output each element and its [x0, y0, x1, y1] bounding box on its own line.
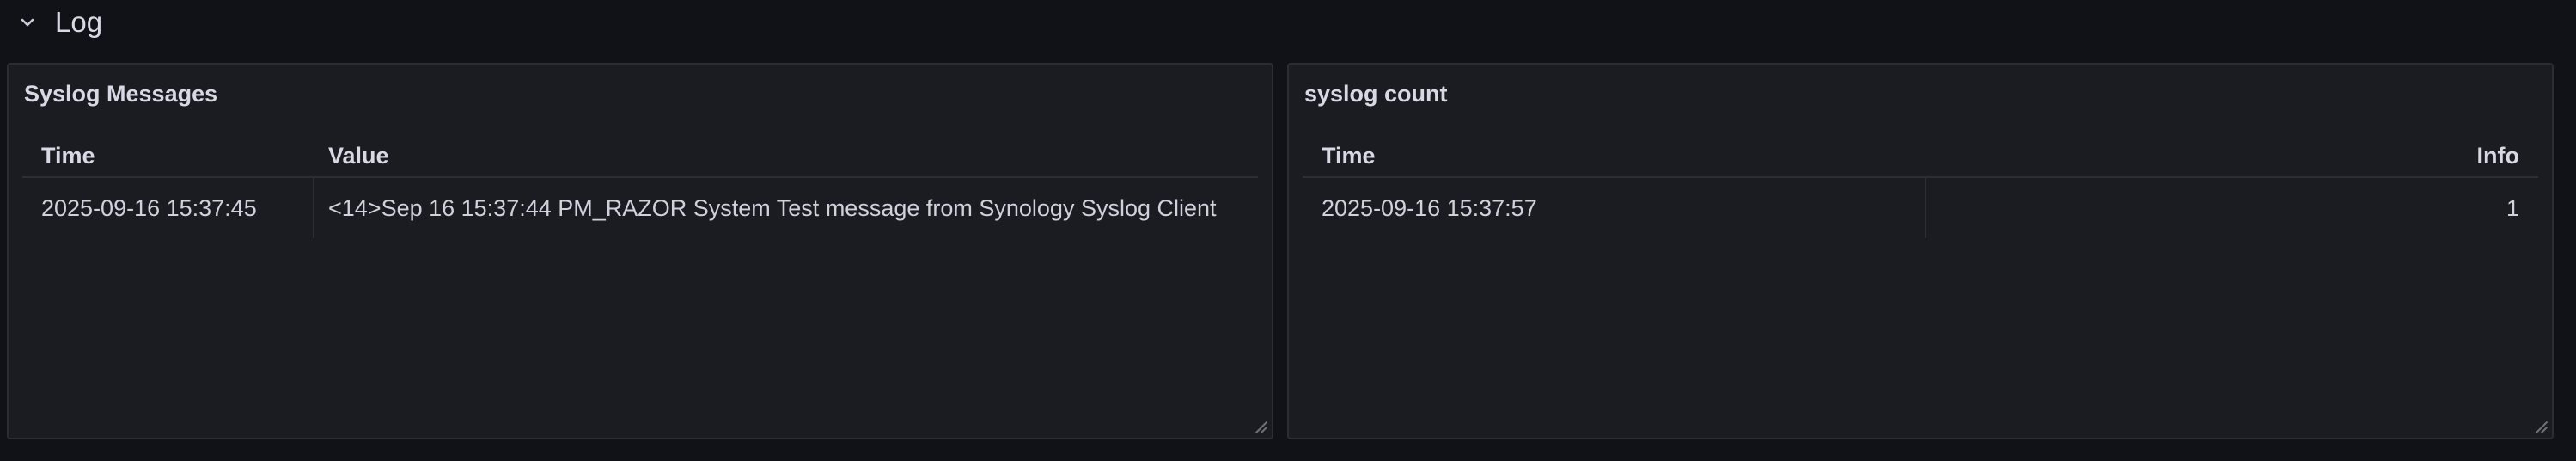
syslog-messages-table: Time Value 2025-09-16 15:37:45 <14>Sep 1… [22, 138, 1258, 238]
cell-time: 2025-09-16 15:37:57 [1322, 195, 1537, 221]
table-header: Time Info [1303, 138, 2538, 178]
column-header-time[interactable]: Time [41, 138, 95, 173]
syslog-count-panel: syslog count Time Info 2025-09-16 15:37:… [1287, 63, 2554, 439]
table-row: 2025-09-16 15:37:45 <14>Sep 16 15:37:44 … [22, 178, 1258, 238]
resize-handle-icon[interactable] [2531, 417, 2549, 434]
table-header: Time Value [22, 138, 1258, 178]
column-header-value[interactable]: Value [328, 138, 389, 173]
cell-time: 2025-09-16 15:37:45 [41, 195, 257, 221]
row-title[interactable]: Log [55, 5, 102, 40]
syslog-count-table: Time Info 2025-09-16 15:37:57 1 [1303, 138, 2538, 238]
syslog-messages-panel: Syslog Messages Time Value 2025-09-16 15… [7, 63, 1273, 439]
cell-info: 1 [2506, 195, 2519, 221]
column-divider[interactable] [1925, 178, 1926, 238]
table-row: 2025-09-16 15:37:57 1 [1303, 178, 2538, 238]
resize-handle-icon[interactable] [1251, 417, 1268, 434]
chevron-down-icon[interactable] [17, 12, 38, 33]
column-header-info[interactable]: Info [2477, 138, 2519, 173]
column-header-time[interactable]: Time [1322, 138, 1376, 173]
panel-title: syslog count [1304, 81, 1448, 107]
row-header[interactable]: Log [0, 0, 2576, 46]
cell-value: <14>Sep 16 15:37:44 PM_RAZOR System Test… [328, 195, 1217, 221]
panel-title: Syslog Messages [24, 81, 218, 107]
column-divider[interactable] [313, 178, 314, 238]
